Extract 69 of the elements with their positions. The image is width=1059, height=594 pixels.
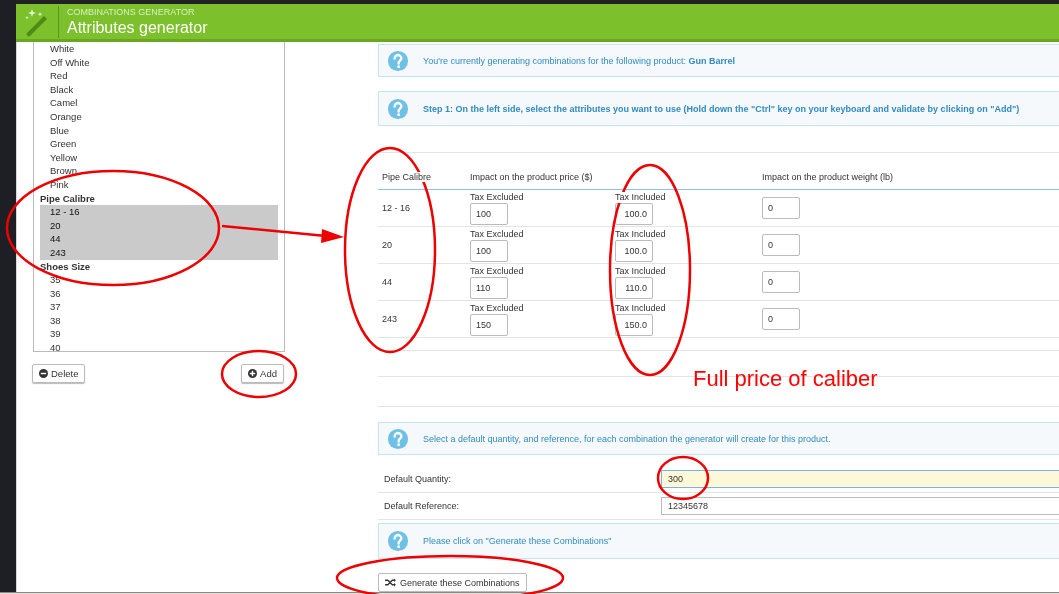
table-cell-text: 44 xyxy=(382,277,393,287)
list-option[interactable]: Orange xyxy=(40,109,278,124)
column-header: Impact on the product weight (lb) xyxy=(762,172,894,182)
header-subtitle: COMBINATIONS GENERATOR xyxy=(67,5,196,18)
field-label: Tax Included xyxy=(615,229,666,240)
price-input[interactable]: 150.0 xyxy=(615,314,653,336)
delete-button[interactable]: Delete xyxy=(32,364,86,383)
list-option[interactable]: 40 xyxy=(40,341,278,351)
price-input[interactable]: 100 xyxy=(470,203,508,225)
weight-input[interactable]: 0 xyxy=(762,197,800,219)
table-cell-text: 12 - 16 xyxy=(382,203,412,213)
shuffle-icon xyxy=(385,578,396,587)
plus-circle-icon xyxy=(248,369,258,378)
price-input[interactable]: 100.0 xyxy=(615,240,653,262)
field-label: Tax Excluded xyxy=(470,229,524,240)
list-option[interactable]: Off White xyxy=(40,55,278,70)
list-option[interactable]: 12 - 16 xyxy=(40,205,278,219)
field-label: Tax Included xyxy=(615,266,666,277)
list-option[interactable]: 39 xyxy=(40,327,278,342)
weight-input[interactable]: 0 xyxy=(762,271,800,293)
price-input[interactable]: 110.0 xyxy=(615,277,653,299)
field-label: Default Reference: xyxy=(384,501,461,511)
price-input[interactable]: 100 xyxy=(470,240,508,262)
text-input[interactable]: 12345678 xyxy=(661,497,1059,515)
list-option[interactable]: White xyxy=(40,42,278,56)
notice-text: Select a default quantity, and reference, for each combination the generator will create for this product. xyxy=(423,433,831,444)
group-label: Shoes Size xyxy=(40,259,92,274)
price-input[interactable]: 110 xyxy=(470,277,508,299)
notice-text: You're currently generating combinations for the following product: Gun Barrel xyxy=(423,55,736,66)
table-cell-text: 243 xyxy=(382,314,399,324)
list-option[interactable]: 38 xyxy=(40,313,278,328)
field-label: Tax Excluded xyxy=(470,192,524,203)
list-option[interactable]: Green xyxy=(40,137,278,151)
help-icon xyxy=(387,530,409,552)
column-header: Impact on the product price ($) xyxy=(470,172,593,182)
price-input[interactable]: 150 xyxy=(470,314,508,336)
field-label: Tax Included xyxy=(615,303,666,314)
list-option[interactable]: Brown xyxy=(40,164,278,178)
help-icon xyxy=(387,49,409,72)
price-input[interactable]: 100.0 xyxy=(615,203,653,225)
annotation-ellipse xyxy=(656,455,710,501)
field-label: Tax Excluded xyxy=(470,303,524,314)
table-cell-text: 20 xyxy=(382,240,393,250)
list-option[interactable]: Blue xyxy=(40,123,278,138)
page-title: Attributes generator xyxy=(67,17,208,38)
notice-text: Step 1: On the left side, select the attributes you want to use (Hold down the "Ctrl" key on your keyboard and validate by clicking on "Add") xyxy=(423,103,1020,114)
list-option[interactable]: Camel xyxy=(40,96,278,110)
help-icon xyxy=(387,427,409,450)
list-option[interactable]: Red xyxy=(40,69,278,83)
list-option[interactable]: Black xyxy=(40,82,278,97)
generate-button[interactable]: Generate these Combinations xyxy=(378,573,527,592)
add-button[interactable]: Add xyxy=(241,364,284,383)
field-label: Default Quantity: xyxy=(384,474,453,484)
field-label: Tax Included xyxy=(615,192,666,203)
weight-input[interactable]: 0 xyxy=(762,234,800,256)
notice-text: Please click on "Generate these Combinations" xyxy=(423,536,612,546)
list-option[interactable]: 44 xyxy=(40,232,278,246)
column-header: Pipe Calibre xyxy=(382,172,432,182)
list-option[interactable]: Pink xyxy=(40,177,278,192)
group-label: Pipe Calibre xyxy=(40,191,96,206)
text-input[interactable]: 300 xyxy=(661,470,1059,488)
list-option[interactable]: 37 xyxy=(40,300,278,314)
annotation-text: Full price of caliber xyxy=(693,366,878,392)
minus-circle-icon xyxy=(39,369,48,378)
list-option[interactable]: 36 xyxy=(40,286,278,301)
field-label: Tax Excluded xyxy=(470,266,524,277)
weight-input[interactable]: 0 xyxy=(762,308,800,330)
help-icon xyxy=(387,97,409,120)
list-option[interactable]: Yellow xyxy=(40,150,278,165)
